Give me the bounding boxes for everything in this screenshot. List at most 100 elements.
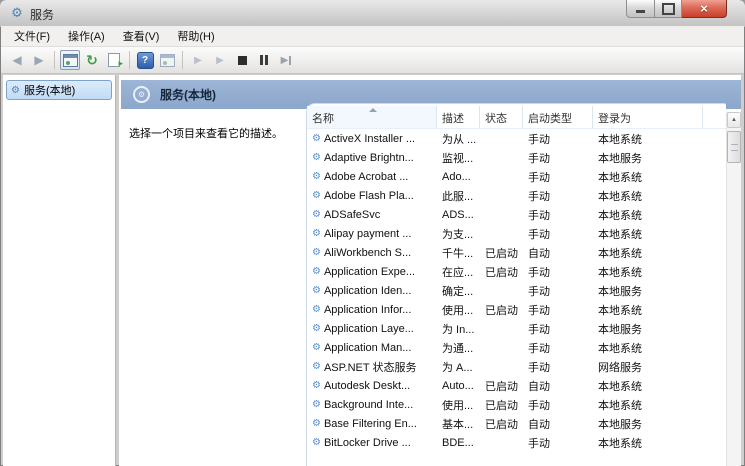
service-name-cell: ⚙ASP.NET 状态服务 — [307, 359, 437, 375]
table-row[interactable]: ⚙ActiveX Installer ...为从 ...手动本地系统 — [307, 129, 726, 148]
table-row[interactable]: ⚙BitLocker Drive ...BDE...手动本地系统 — [307, 433, 726, 452]
refresh-button[interactable]: ↻ — [82, 50, 102, 70]
table-row[interactable]: ⚙Background Inte...使用...已启动手动本地系统 — [307, 395, 726, 414]
back-icon: ◀ — [12, 53, 21, 67]
pause-service-icon — [260, 55, 268, 65]
column-header-name-label: 名称 — [312, 113, 334, 125]
service-logon-cell: 本地系统 — [593, 226, 703, 242]
resume-service-button[interactable]: ▶ — [210, 50, 230, 70]
service-startup-type-cell: 手动 — [523, 283, 593, 299]
service-status-cell: 已启动 — [480, 302, 523, 318]
table-row[interactable]: ⚙Alipay payment ...为支...手动本地系统 — [307, 224, 726, 243]
services-circle-icon: ⚙ — [133, 86, 150, 103]
vertical-scrollbar[interactable]: ▲ — [726, 112, 741, 466]
table-row[interactable]: ⚙Application Expe...在应...已启动手动本地系统 — [307, 262, 726, 281]
column-header-description[interactable]: 描述 — [437, 106, 480, 128]
services-list-panel: 名称 描述 状态 启动类型 登录为 ⚙ ActiveX Installer ...… — [306, 103, 726, 466]
scroll-up-button[interactable]: ▲ — [727, 112, 741, 128]
forward-button[interactable]: ▶ — [29, 50, 49, 70]
menu-view[interactable]: 查看(V) — [114, 26, 169, 46]
service-name-label: Alipay payment ... — [324, 228, 411, 240]
stop-service-button[interactable] — [232, 50, 252, 70]
service-startup-type-cell: 手动 — [523, 264, 593, 280]
service-gear-icon: ⚙ — [312, 304, 321, 315]
service-description-cell: 为 A... — [437, 359, 480, 375]
table-row[interactable]: ⚙Base Filtering En...基本...已启动自动本地服务 — [307, 414, 726, 433]
service-startup-type-cell: 自动 — [523, 245, 593, 261]
service-description-cell: 确定... — [437, 283, 480, 299]
toolbar-separator — [54, 51, 55, 69]
tree-item-services-local[interactable]: ⚙ 服务(本地) — [6, 80, 112, 100]
table-row[interactable]: ⚙ASP.NET 状态服务为 A...手动网络服务 — [307, 357, 726, 376]
service-description-cell: 使用... — [437, 397, 480, 413]
service-status-cell: 已启动 — [480, 416, 523, 432]
close-button[interactable]: × — [682, 0, 727, 18]
table-row[interactable]: ⚙Application Iden...确定...手动本地服务 — [307, 281, 726, 300]
table-row[interactable]: ⚙Autodesk Deskt...Auto...已启动自动本地系统 — [307, 376, 726, 395]
service-gear-icon: ⚙ — [312, 380, 321, 391]
service-description-cell: Ado... — [437, 171, 480, 183]
table-row[interactable]: ⚙ADSafeSvcADS...手动本地系统 — [307, 205, 726, 224]
show-console-tree-button[interactable] — [60, 50, 80, 70]
pause-service-button[interactable] — [254, 50, 274, 70]
service-description-cell: BDE... — [437, 437, 480, 449]
service-description-cell: Auto... — [437, 380, 480, 392]
service-name-label: Adobe Flash Pla... — [324, 190, 414, 202]
column-header-status[interactable]: 状态 — [480, 106, 523, 128]
column-header-startup-type[interactable]: 启动类型 — [523, 106, 593, 128]
service-startup-type-cell: 手动 — [523, 150, 593, 166]
service-gear-icon: ⚙ — [312, 437, 321, 448]
service-rows: ⚙ActiveX Installer ...为从 ...手动本地系统⚙Adapt… — [307, 129, 726, 466]
service-name-label: ASP.NET 状态服务 — [324, 359, 417, 375]
start-service-button[interactable]: ▶ — [188, 50, 208, 70]
menu-file[interactable]: 文件(F) — [5, 26, 59, 46]
service-name-label: Base Filtering En... — [324, 418, 417, 430]
title-bar[interactable]: ⚙ 服务 × — [0, 0, 745, 27]
menu-help[interactable]: 帮助(H) — [168, 26, 223, 46]
back-button[interactable]: ◀ — [7, 50, 27, 70]
minimize-button[interactable] — [626, 0, 655, 18]
service-gear-icon: ⚙ — [312, 399, 321, 410]
action-pane-icon — [160, 54, 175, 67]
menu-action[interactable]: 操作(A) — [59, 26, 114, 46]
service-name-cell: ⚙Application Man... — [307, 342, 437, 354]
service-description-cell: ADS... — [437, 209, 480, 221]
table-row[interactable]: ⚙Adobe Acrobat ...Ado...手动本地系统 — [307, 167, 726, 186]
table-row[interactable]: ⚙Adaptive Brightn...监视...手动本地服务 — [307, 148, 726, 167]
start-service-icon: ▶ — [194, 55, 202, 66]
panel-title: 服务(本地) — [160, 86, 216, 103]
table-row[interactable]: ⚙Application Laye...为 In...手动本地服务 — [307, 319, 726, 338]
toolbar-separator — [182, 51, 183, 69]
service-logon-cell: 本地系统 — [593, 302, 703, 318]
restart-service-button[interactable]: ▶ — [276, 50, 296, 70]
table-row[interactable]: ⚙Adobe Flash Pla...此服...手动本地系统 — [307, 186, 726, 205]
export-list-button[interactable] — [104, 50, 124, 70]
help-icon: ? — [137, 52, 154, 69]
scrollbar-thumb[interactable] — [727, 131, 741, 163]
table-row[interactable]: ⚙Application Man...为通...手动本地系统 — [307, 338, 726, 357]
table-row[interactable]: ⚙Application Infor...使用...已启动手动本地系统 — [307, 300, 726, 319]
console-tree-icon — [63, 54, 78, 67]
service-description-cell: 为从 ... — [437, 131, 480, 147]
service-description-cell: 为 In... — [437, 321, 480, 337]
table-row[interactable]: ⚙AliWorkbench S...千牛...已启动自动本地系统 — [307, 243, 726, 262]
column-header-logon-as[interactable]: 登录为 — [593, 106, 703, 128]
service-description-cell: 此服... — [437, 188, 480, 204]
service-name-cell: ⚙BitLocker Drive ... — [307, 437, 437, 449]
service-description-cell: 监视... — [437, 150, 480, 166]
show-action-pane-button[interactable] — [157, 50, 177, 70]
service-name-label: BitLocker Drive ... — [324, 437, 411, 449]
help-button[interactable]: ? — [135, 50, 155, 70]
tree-item-label: 服务(本地) — [24, 82, 75, 98]
service-startup-type-cell: 手动 — [523, 397, 593, 413]
service-gear-icon: ⚙ — [11, 85, 20, 96]
service-status-cell: 已启动 — [480, 378, 523, 394]
service-name-cell: ⚙ADSafeSvc — [307, 209, 437, 221]
column-header-name[interactable]: 名称 — [307, 106, 437, 128]
service-name-label: ActiveX Installer ... — [324, 133, 415, 145]
service-description-cell: 为通... — [437, 340, 480, 356]
stop-service-icon — [238, 56, 247, 65]
maximize-button[interactable] — [655, 0, 682, 18]
service-startup-type-cell: 手动 — [523, 188, 593, 204]
service-startup-type-cell: 手动 — [523, 359, 593, 375]
